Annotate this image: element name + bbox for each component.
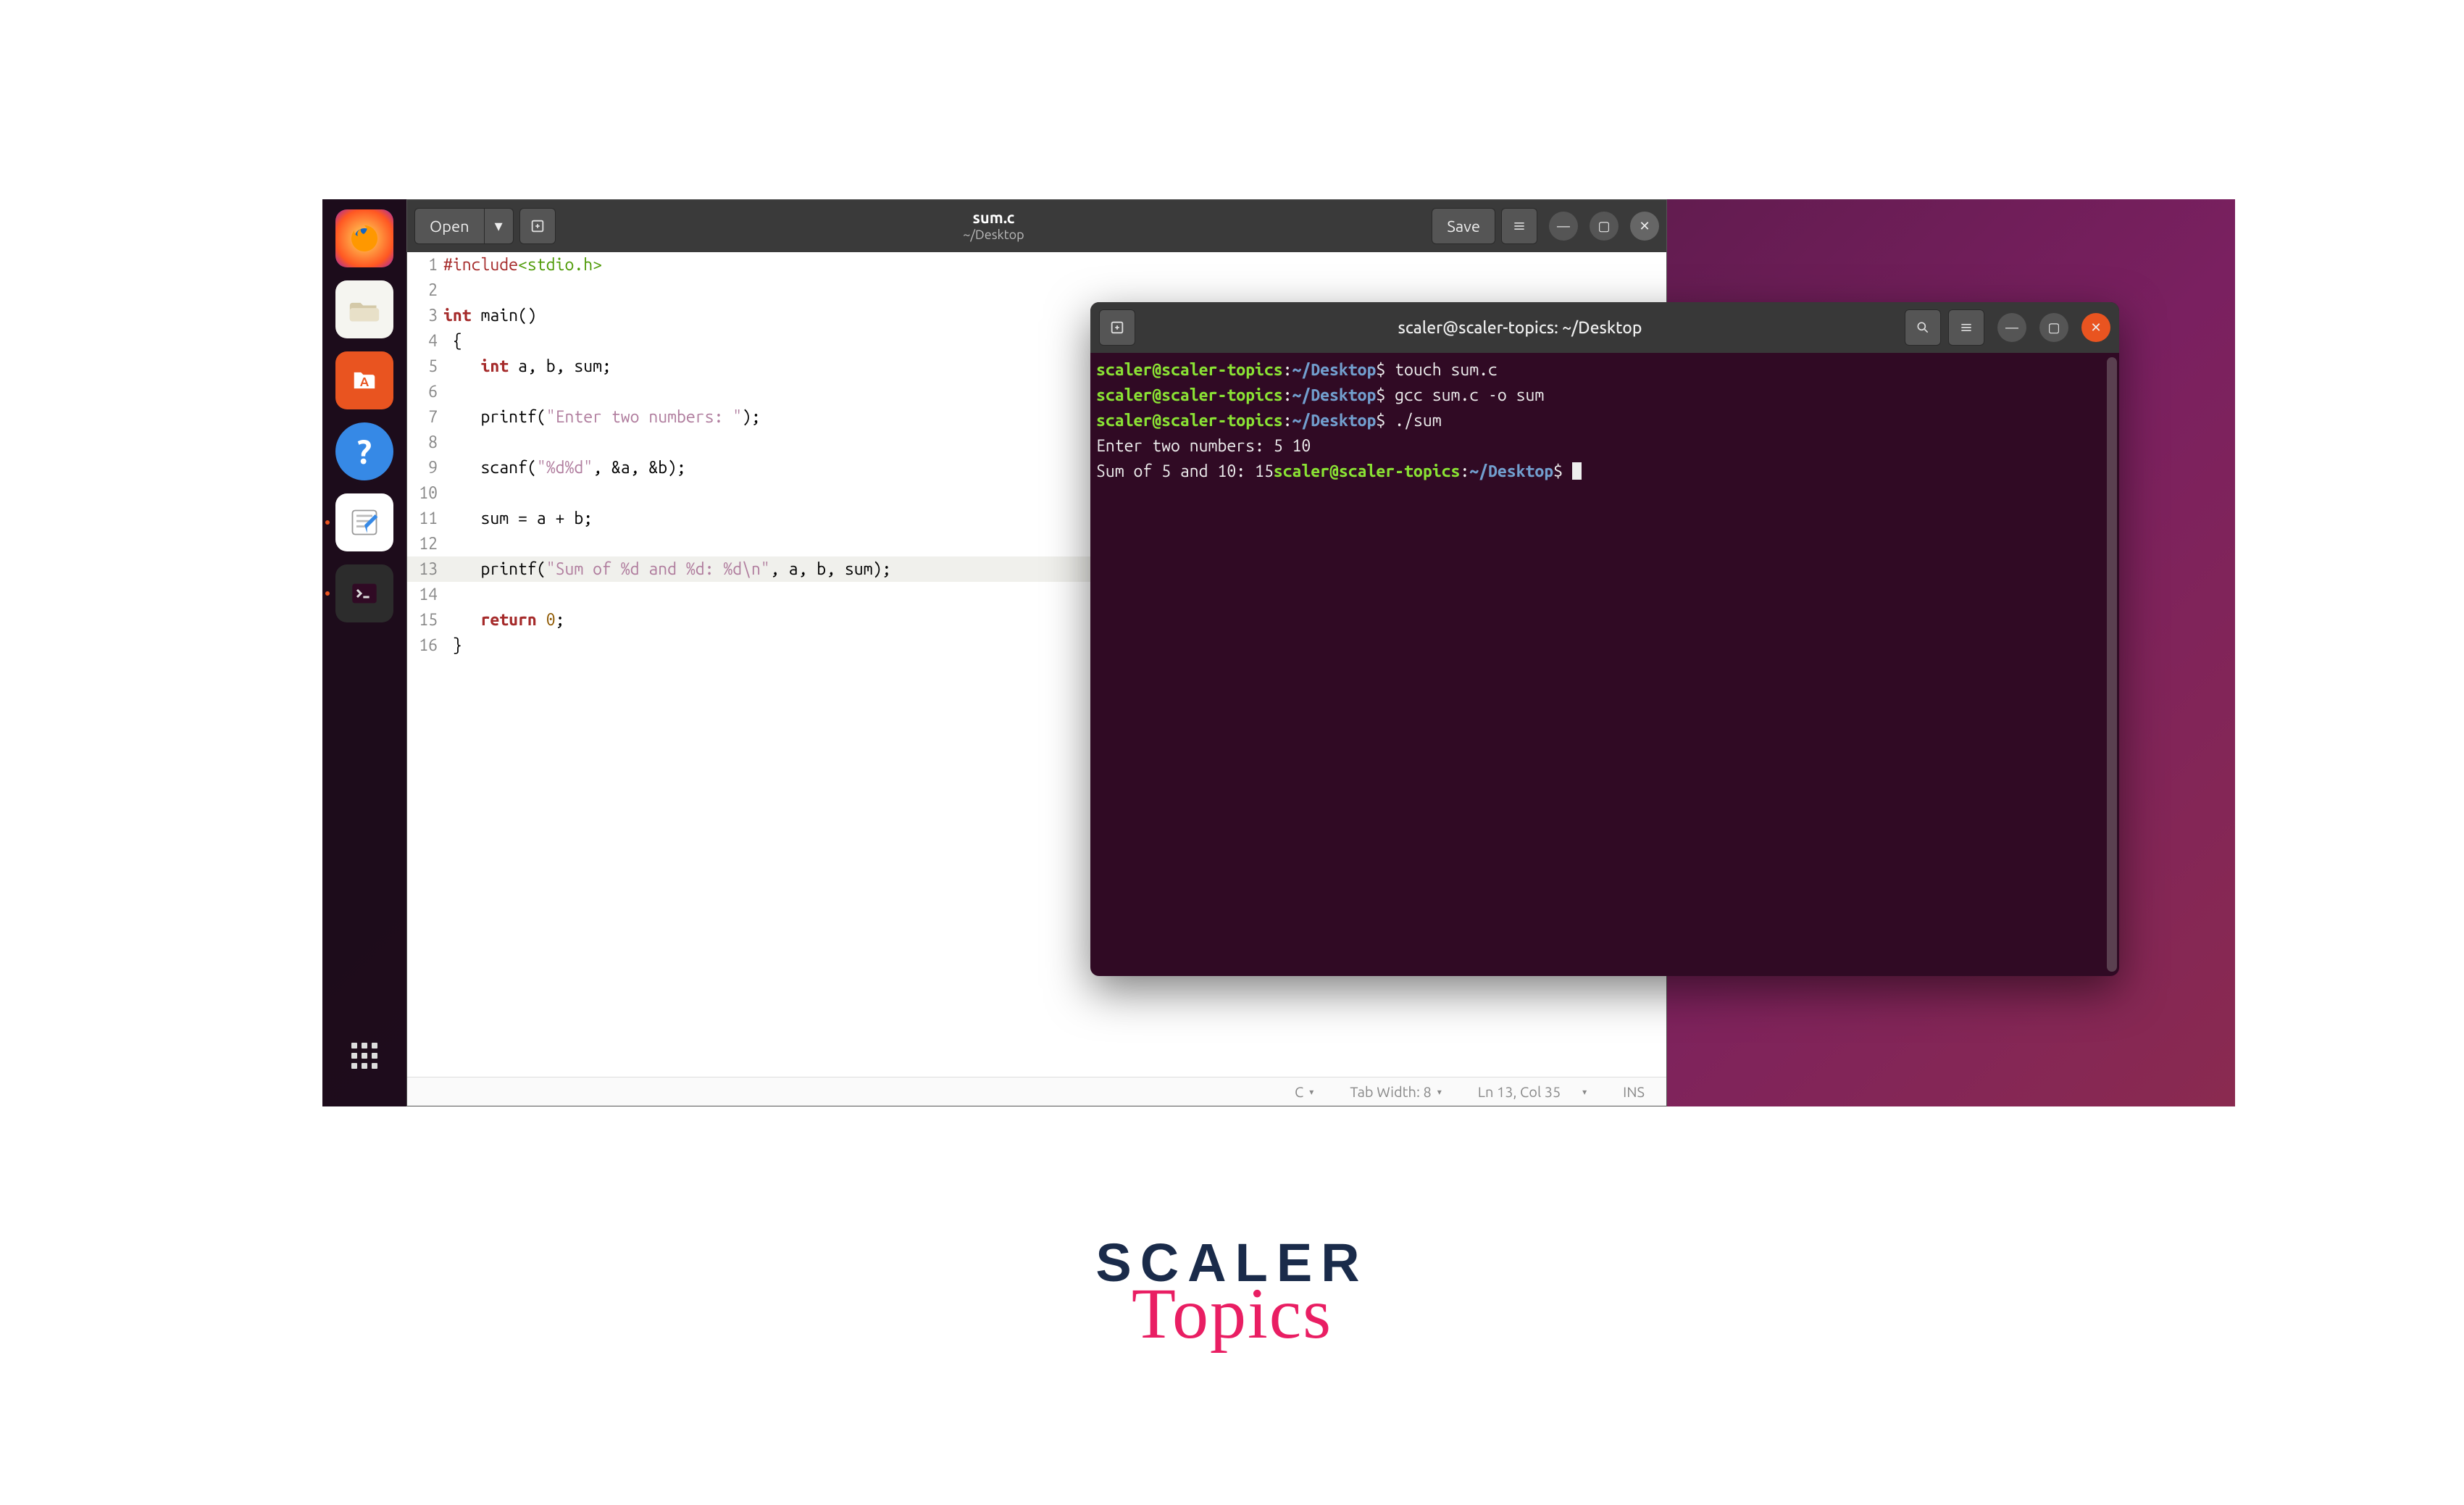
new-tab-button[interactable] <box>519 208 556 244</box>
open-dropdown-button[interactable]: ▾ <box>485 208 514 244</box>
cursor-position[interactable]: Ln 13, Col 35 ▾ <box>1478 1083 1587 1100</box>
hamburger-menu-button[interactable] <box>1501 208 1537 244</box>
dock: A ? <box>322 199 406 1106</box>
code-content[interactable]: #include<stdio.h> int main() { int a, b,… <box>443 252 891 658</box>
terminal-window: scaler@scaler-topics: ~/Desktop — ▢ ✕ sc… <box>1090 302 2119 976</box>
terminal-headerbar: scaler@scaler-topics: ~/Desktop — ▢ ✕ <box>1090 302 2119 353</box>
gedit-headerbar: Open ▾ sum.c ~/Desktop Save — ▢ ✕ <box>407 200 1666 252</box>
tab-width-selector[interactable]: Tab Width: 8 ▾ <box>1350 1083 1441 1100</box>
save-button[interactable]: Save <box>1432 208 1495 244</box>
open-button[interactable]: Open <box>414 208 485 244</box>
line-number-gutter: 12345678910111213141516 <box>407 252 443 658</box>
terminal-icon[interactable] <box>335 564 393 622</box>
maximize-button[interactable]: ▢ <box>2039 313 2068 342</box>
maximize-button[interactable]: ▢ <box>1590 212 1619 241</box>
terminal-output[interactable]: scaler@scaler-topics:~/Desktop$ touch su… <box>1090 353 2119 976</box>
new-tab-button[interactable] <box>1099 309 1135 346</box>
gedit-statusbar: C ▾ Tab Width: 8 ▾ Ln 13, Col 35 ▾ INS <box>407 1077 1666 1106</box>
software-icon[interactable]: A <box>335 351 393 409</box>
gedit-icon[interactable] <box>335 493 393 551</box>
hamburger-menu-button[interactable] <box>1948 309 1984 346</box>
terminal-title: scaler@scaler-topics: ~/Desktop <box>1143 319 1897 337</box>
files-icon[interactable] <box>335 280 393 338</box>
firefox-icon[interactable] <box>335 209 393 267</box>
terminal-scrollbar[interactable] <box>2107 357 2117 972</box>
scaler-topics-logo: SCALER Topics <box>1095 1232 1368 1355</box>
filepath-label: ~/Desktop <box>561 228 1427 243</box>
minimize-button[interactable]: — <box>1549 212 1578 241</box>
close-button[interactable]: ✕ <box>2081 313 2110 342</box>
ubuntu-desktop: A ? Open ▾ sum.c ~/Desktop Save <box>322 199 2235 1106</box>
close-button[interactable]: ✕ <box>1630 212 1659 241</box>
logo-topics-text: Topics <box>1095 1272 1368 1355</box>
show-applications-button[interactable] <box>335 1027 393 1085</box>
search-button[interactable] <box>1905 309 1941 346</box>
insert-mode: INS <box>1623 1083 1645 1100</box>
svg-text:A: A <box>360 375 369 389</box>
window-title: sum.c ~/Desktop <box>561 209 1427 243</box>
help-icon[interactable]: ? <box>335 422 393 480</box>
filename-label: sum.c <box>561 209 1427 228</box>
minimize-button[interactable]: — <box>1997 313 2026 342</box>
language-selector[interactable]: C ▾ <box>1295 1083 1314 1100</box>
